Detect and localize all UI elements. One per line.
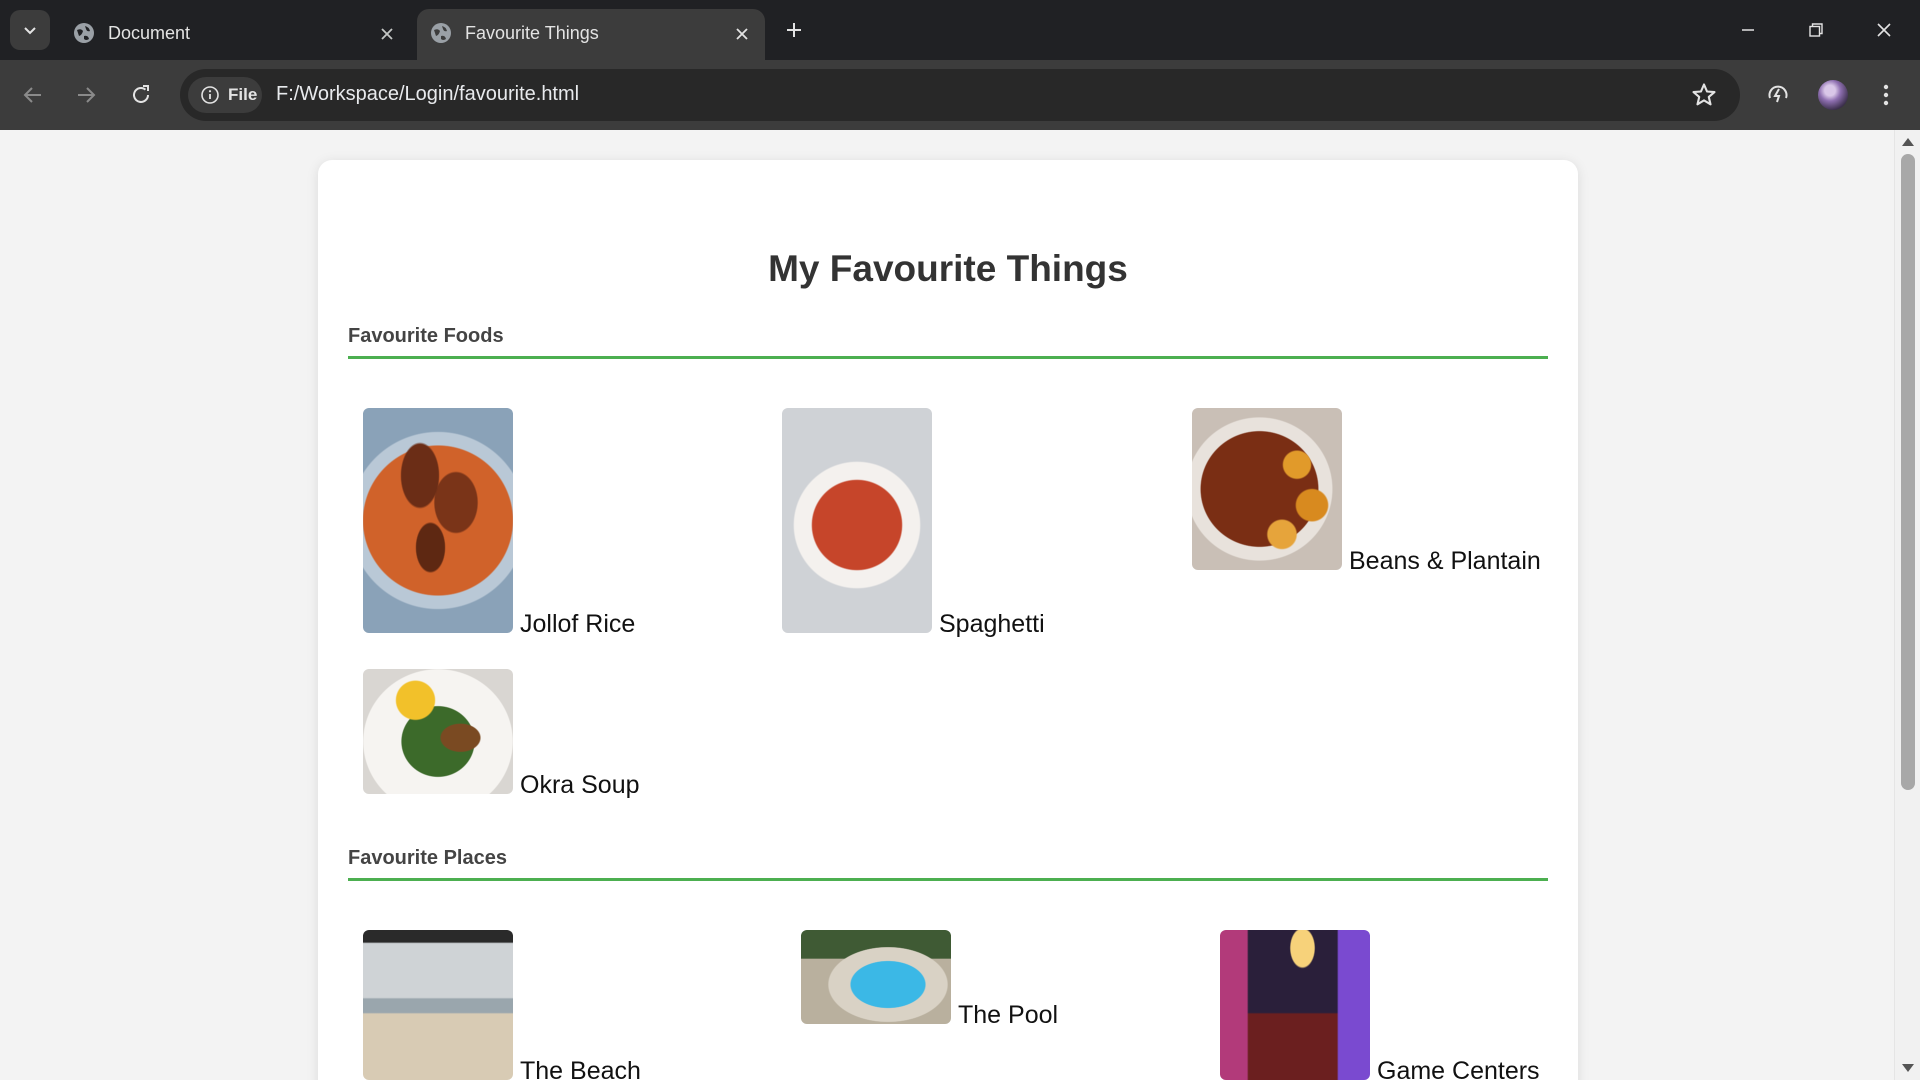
page-viewport: My Favourite Things Favourite Foods Joll… [0,130,1920,1080]
section-heading-places: Favourite Places [348,847,507,869]
content-card: My Favourite Things Favourite Foods Joll… [318,160,1578,1080]
profile-button[interactable] [1813,75,1853,115]
menu-button[interactable] [1866,75,1906,115]
food-item-okra-soup: Okra Soup [363,669,640,798]
tab-title: Document [108,23,191,43]
url-text[interactable]: F:/Workspace/Login/favourite.html [276,83,579,106]
tab-close-button[interactable] [374,21,400,47]
okra-soup-image [363,669,513,794]
food-item-beans-plantain: Beans & Plantain [1192,408,1541,574]
place-item-game-centers: Game Centers [1220,930,1540,1080]
place-item-the-pool: The Pool [801,930,1058,1028]
minimize-icon [1742,29,1754,31]
game-centers-image [1220,930,1370,1080]
food-item-jollof-rice: Jollof Rice [363,408,635,637]
item-label: Beans & Plantain [1349,547,1541,575]
food-item-spaghetti: Spaghetti [782,408,1045,637]
new-tab-button[interactable] [778,14,810,46]
item-label: The Beach [520,1057,641,1080]
forward-arrow-icon [78,87,96,103]
spaghetti-image [782,408,932,633]
place-item-the-beach: The Beach [363,930,641,1080]
close-icon [736,28,748,40]
jollof-rice-image [363,408,513,633]
restore-button[interactable] [1794,10,1838,50]
scroll-down-arrow[interactable] [1902,1064,1914,1072]
kebab-menu-icon [1883,84,1889,106]
beach-image [363,930,513,1080]
restore-icon [1809,23,1823,37]
tab-document[interactable]: Document [60,9,410,60]
tab-search-button[interactable] [10,10,50,50]
reload-icon [133,85,149,103]
beans-plantain-image [1192,408,1342,570]
back-arrow-icon [23,87,41,103]
tab-strip: Document Favourite Things [0,0,1920,60]
browser-toolbar: File F:/Workspace/Login/favourite.html [0,60,1920,130]
reload-button[interactable] [121,75,161,115]
info-icon [201,86,219,104]
item-label: The Pool [958,1001,1059,1029]
chevron-down-icon [24,27,36,35]
item-label: Jollof Rice [520,610,636,638]
tab-close-button[interactable] [729,21,755,47]
pool-image [801,930,951,1024]
forward-button[interactable] [66,75,106,115]
address-bar[interactable]: File F:/Workspace/Login/favourite.html [180,69,1740,121]
site-chip-label: File [228,85,258,104]
item-label: Okra Soup [520,771,640,799]
site-info-chip[interactable]: File [188,77,262,113]
section-divider [348,878,1548,881]
close-window-button[interactable] [1862,10,1906,50]
tab-favourite-things[interactable]: Favourite Things [417,9,765,60]
close-icon [381,28,393,40]
item-label: Game Centers [1377,1057,1540,1080]
performance-button[interactable] [1758,75,1798,115]
vertical-scrollbar[interactable] [1894,130,1920,1080]
page-title: My Favourite Things [768,248,1128,289]
scroll-thumb[interactable] [1901,154,1915,790]
minimize-button[interactable] [1726,10,1770,50]
performance-icon [1768,85,1788,103]
item-label: Spaghetti [939,610,1045,638]
section-divider [348,356,1548,359]
plus-icon [787,23,801,37]
section-heading-foods: Favourite Foods [348,325,504,347]
tab-title: Favourite Things [465,23,599,43]
star-icon[interactable] [1690,81,1718,109]
globe-icon [74,23,94,43]
scroll-up-arrow[interactable] [1902,138,1914,146]
globe-icon [431,23,451,43]
back-button[interactable] [13,75,53,115]
close-icon [1877,23,1891,37]
avatar [1818,80,1848,110]
